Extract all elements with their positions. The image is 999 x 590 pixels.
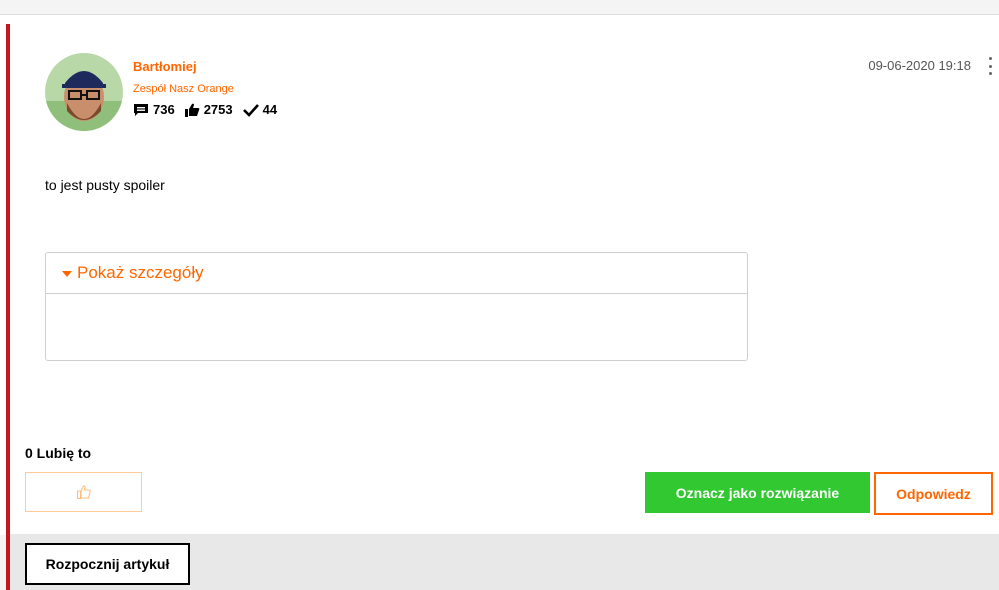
post-accent-bar [6,24,10,590]
thumbs-up-icon [76,485,91,499]
author-role: Zespół Nasz Orange [133,83,234,95]
author-stats: 736 2753 44 [133,102,287,117]
kudos-stat: 2753 [184,102,233,117]
caret-down-icon [62,270,72,277]
solutions-stat: 44 [242,102,278,117]
start-article-button[interactable]: Rozpocznij artykuł [25,543,190,585]
reply-button[interactable]: Odpowiedz [874,472,993,515]
spoiler-label: Pokaż szczegóły [77,263,204,282]
mark-as-solution-button[interactable]: Oznacz jako rozwiązanie [645,472,870,513]
avatar[interactable] [45,53,123,131]
likes-count-label: 0 Lubię to [25,445,92,461]
checkmark-icon [242,103,259,117]
like-button[interactable] [25,472,142,512]
thumbs-up-icon [184,103,200,117]
post-body-text: to jest pusty spoiler [45,177,165,193]
more-options-icon[interactable] [985,57,995,75]
speech-bubble-icon [134,103,148,116]
solutions-count: 44 [262,102,278,117]
messages-count: 736 [153,102,175,117]
author-name-link[interactable]: Bartłomiej [133,59,197,74]
kudos-count: 2753 [203,102,233,117]
spoiler-toggle[interactable]: Pokaż szczegóły [46,253,747,294]
messages-stat: 736 [133,102,175,117]
post-timestamp: 09-06-2020 19:18 [868,58,971,73]
spoiler-box: Pokaż szczegóły [45,252,748,361]
